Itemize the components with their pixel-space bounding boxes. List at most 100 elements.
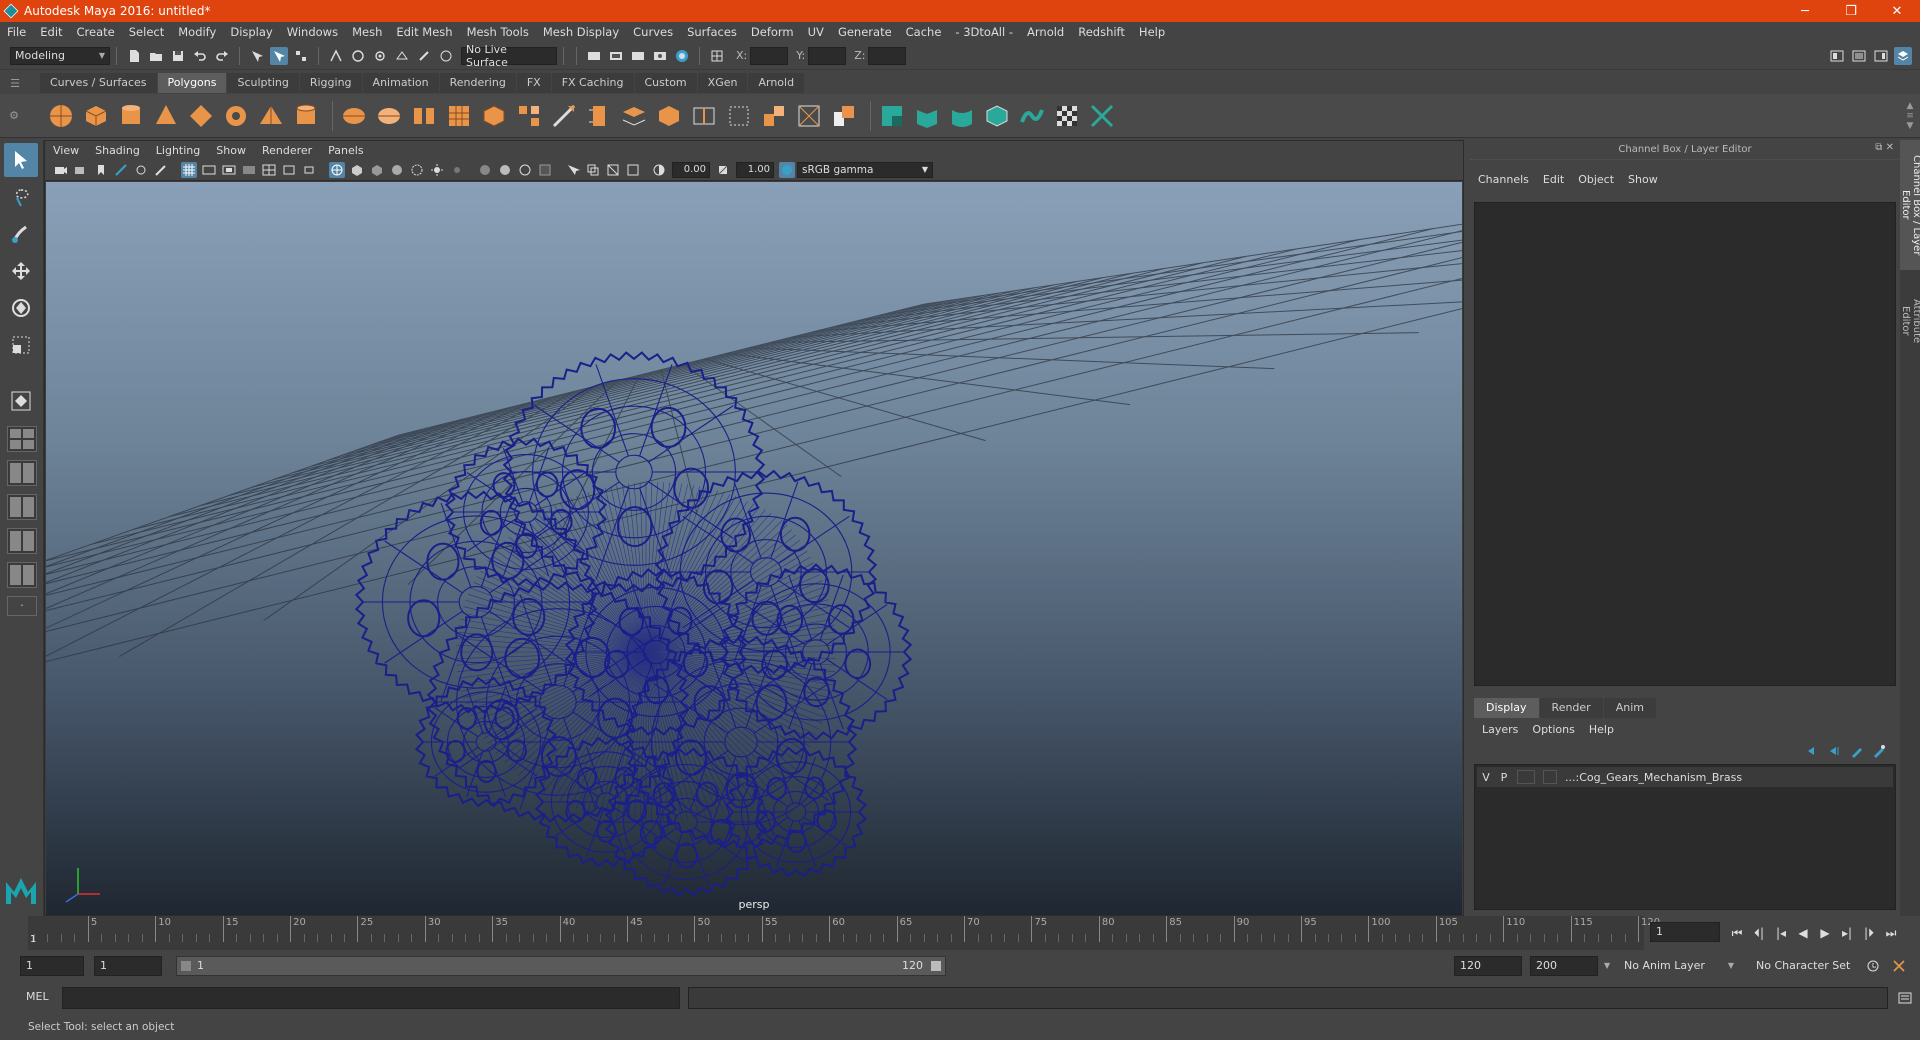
- mirror-icon[interactable]: [514, 101, 544, 131]
- cog-gears-wireframe-mesh[interactable]: [46, 182, 1462, 915]
- layer-tab-anim[interactable]: Anim: [1603, 698, 1656, 718]
- select-object-icon[interactable]: [270, 46, 288, 65]
- offset-edge-loop-icon[interactable]: [759, 101, 789, 131]
- menu-windows[interactable]: Windows: [280, 25, 345, 39]
- grid-toggle-icon[interactable]: [181, 161, 197, 178]
- rotate-tool-icon[interactable]: [4, 291, 38, 325]
- resolution-gate-icon[interactable]: [221, 162, 237, 178]
- cb-menu-channels[interactable]: Channels: [1478, 173, 1529, 186]
- redo-icon[interactable]: [213, 47, 231, 65]
- shelf-tab-rendering[interactable]: Rendering: [439, 73, 516, 93]
- perspective-viewport[interactable]: persp: [46, 182, 1462, 915]
- create-empty-layer-icon[interactable]: [1848, 742, 1866, 760]
- play-backwards-icon[interactable]: ◀: [1792, 926, 1814, 940]
- shelf-tab-xgen[interactable]: XGen: [697, 73, 748, 93]
- layer-playback-toggle[interactable]: P: [1495, 771, 1513, 784]
- side-tab-attribute-editor[interactable]: Attribute Editor: [1900, 276, 1920, 366]
- playback-end-field[interactable]: 120: [1454, 956, 1522, 976]
- menu-select[interactable]: Select: [122, 25, 171, 39]
- gate-mask-icon[interactable]: [241, 162, 257, 178]
- paint-select-tool-icon[interactable]: [4, 217, 38, 251]
- toggle-tool-settings-icon[interactable]: [1872, 47, 1890, 65]
- command-language-label[interactable]: MEL: [26, 990, 49, 1003]
- shelf-scroll-icon[interactable]: ▲ ≡ ▼: [1900, 101, 1920, 131]
- cb-menu-edit[interactable]: Edit: [1543, 173, 1564, 186]
- make-live-icon[interactable]: [415, 47, 433, 65]
- poly-pyramid-icon[interactable]: [256, 101, 286, 131]
- smooth-icon[interactable]: [444, 101, 474, 131]
- step-forward-frame-icon[interactable]: |⏵: [1858, 926, 1880, 941]
- poly-plane-icon[interactable]: [186, 101, 216, 131]
- menu-arnold[interactable]: Arnold: [1020, 25, 1071, 39]
- playback-start-field[interactable]: 1: [94, 956, 162, 976]
- smooth-shade-icon[interactable]: [349, 162, 365, 178]
- side-tab-channel-box[interactable]: Channel Box / Layer Editor: [1900, 140, 1920, 270]
- multisample-aa-icon[interactable]: [517, 162, 533, 178]
- render-frame-icon[interactable]: [607, 47, 625, 65]
- extrude-icon[interactable]: [584, 101, 614, 131]
- film-gate-icon[interactable]: [201, 162, 217, 178]
- panel-menu-show[interactable]: Show: [208, 144, 254, 157]
- select-tool-icon[interactable]: [4, 143, 38, 177]
- shelf-menu-icon[interactable]: ☰: [0, 72, 30, 94]
- cylindrical-map-icon[interactable]: [947, 101, 977, 131]
- lasso-tool-icon[interactable]: [4, 180, 38, 214]
- layer-name[interactable]: ...:Cog_Gears_Mechanism_Brass: [1565, 771, 1742, 784]
- multi-cut-icon[interactable]: [549, 101, 579, 131]
- render-settings-icon[interactable]: [651, 47, 669, 65]
- channel-box-area[interactable]: [1474, 202, 1896, 686]
- hypershade-icon[interactable]: [673, 47, 691, 65]
- combine-icon[interactable]: [339, 101, 369, 131]
- snap-view-plane-icon[interactable]: [393, 47, 411, 65]
- x-coordinate-field[interactable]: [750, 46, 789, 65]
- use-all-lights-icon[interactable]: [429, 162, 445, 178]
- view-transform-dropdown[interactable]: sRGB gamma ▼: [797, 161, 933, 178]
- snap-point-icon[interactable]: [371, 47, 389, 65]
- snap-surface-icon[interactable]: [437, 47, 455, 65]
- poly-torus-icon[interactable]: [221, 101, 251, 131]
- panel-menu-lighting[interactable]: Lighting: [148, 144, 208, 157]
- bridge-icon[interactable]: [619, 101, 649, 131]
- color-management-icon[interactable]: [779, 161, 795, 178]
- menu-edit-mesh[interactable]: Edit Mesh: [389, 25, 459, 39]
- field-chart-icon[interactable]: [261, 162, 277, 178]
- step-back-frame-icon[interactable]: ⏴|: [1748, 926, 1770, 941]
- menu-mesh-display[interactable]: Mesh Display: [536, 25, 626, 39]
- poly-cylinder-icon[interactable]: [116, 101, 146, 131]
- menu-surfaces[interactable]: Surfaces: [680, 25, 744, 39]
- menu-edit[interactable]: Edit: [33, 25, 69, 39]
- xray-joints-icon[interactable]: [605, 162, 621, 178]
- current-frame-field[interactable]: 1: [1650, 922, 1720, 942]
- toggle-attribute-editor-icon[interactable]: [1850, 47, 1868, 65]
- shelf-tab-sculpting[interactable]: Sculpting: [227, 73, 299, 93]
- image-plane-icon[interactable]: [113, 162, 129, 178]
- poly-cone-icon[interactable]: [151, 101, 181, 131]
- save-scene-icon[interactable]: [169, 47, 187, 65]
- layout-hypershade-icon[interactable]: [7, 562, 37, 588]
- anim-layer-dropdown[interactable]: No Anim Layer ▼: [1620, 956, 1738, 974]
- play-forwards-icon[interactable]: ▶: [1814, 926, 1836, 940]
- move-layer-down-icon[interactable]: [1826, 742, 1844, 760]
- 2d-pan-zoom-icon[interactable]: [133, 162, 149, 178]
- poly-sphere-icon[interactable]: [46, 101, 76, 131]
- menu-display[interactable]: Display: [223, 25, 279, 39]
- snap-grid-icon[interactable]: [327, 47, 345, 65]
- safe-action-icon[interactable]: [281, 162, 297, 178]
- time-slider-ruler[interactable]: 5 10 15 20 25 30 35 40 45 50 55 60 65 70 75 80 85 90 95 100…: [28, 916, 1660, 950]
- select-component-icon[interactable]: [292, 47, 310, 65]
- isolate-select-icon[interactable]: [565, 162, 581, 178]
- open-scene-icon[interactable]: [147, 47, 165, 65]
- bevel-icon[interactable]: [479, 101, 509, 131]
- shadows-icon[interactable]: [449, 162, 465, 178]
- default-material-icon[interactable]: [369, 162, 385, 178]
- menu-curves[interactable]: Curves: [626, 25, 680, 39]
- fill-hole-icon[interactable]: [794, 101, 824, 131]
- animation-start-field[interactable]: 1: [20, 956, 84, 976]
- exposure-icon[interactable]: [651, 162, 667, 178]
- panel-float-close-icon[interactable]: ⧉ ✕: [1875, 142, 1894, 153]
- ipr-render-icon[interactable]: [629, 47, 647, 65]
- layer-tab-render[interactable]: Render: [1539, 698, 1603, 718]
- automatic-map-icon[interactable]: [982, 101, 1012, 131]
- screen-space-ao-icon[interactable]: [477, 162, 493, 178]
- layer-display-type-toggle[interactable]: [1517, 770, 1535, 784]
